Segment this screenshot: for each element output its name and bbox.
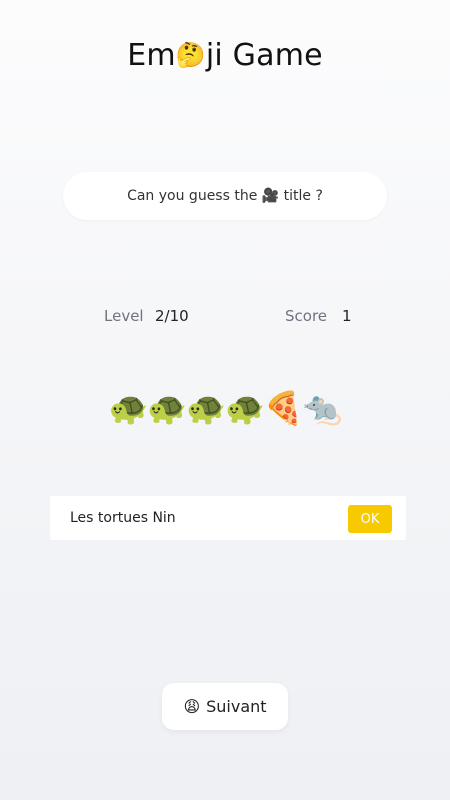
stats-row: Level 2/10 Score 1 <box>0 307 450 329</box>
answer-input[interactable] <box>62 504 348 532</box>
thinking-face-icon: 🤔 <box>175 41 206 69</box>
movie-camera-icon: 🎥 <box>261 188 280 204</box>
turtle-icon: 🐢 <box>186 389 226 427</box>
next-button-label: Suivant <box>206 697 267 716</box>
emoji-puzzle: 🐢🐢🐢🐢🍕🐀 <box>0 385 450 431</box>
turtle-icon: 🐢 <box>225 389 265 427</box>
turtle-icon: 🐢 <box>147 389 187 427</box>
score-value: 1 <box>342 307 352 325</box>
question-text-before: Can you guess the <box>127 188 262 204</box>
turtle-icon: 🐢 <box>108 389 148 427</box>
pizza-icon: 🍕 <box>263 389 304 427</box>
title-suffix: ji Game <box>205 38 323 73</box>
weary-face-icon: 😩 <box>183 697 201 716</box>
answer-bar: OK <box>50 496 406 540</box>
score-label: Score <box>285 307 328 325</box>
app-title: Em🤔ji Game <box>0 38 450 73</box>
level-value: 2/10 <box>155 307 189 325</box>
level-label: Level <box>104 307 144 325</box>
ok-button[interactable]: OK <box>348 505 392 533</box>
question-text-after: title ? <box>279 188 323 204</box>
rat-icon: 🐀 <box>302 389 343 427</box>
question-pill: Can you guess the 🎥 title ? <box>63 172 387 220</box>
next-button[interactable]: 😩 Suivant <box>162 683 288 730</box>
title-prefix: Em <box>127 38 176 73</box>
